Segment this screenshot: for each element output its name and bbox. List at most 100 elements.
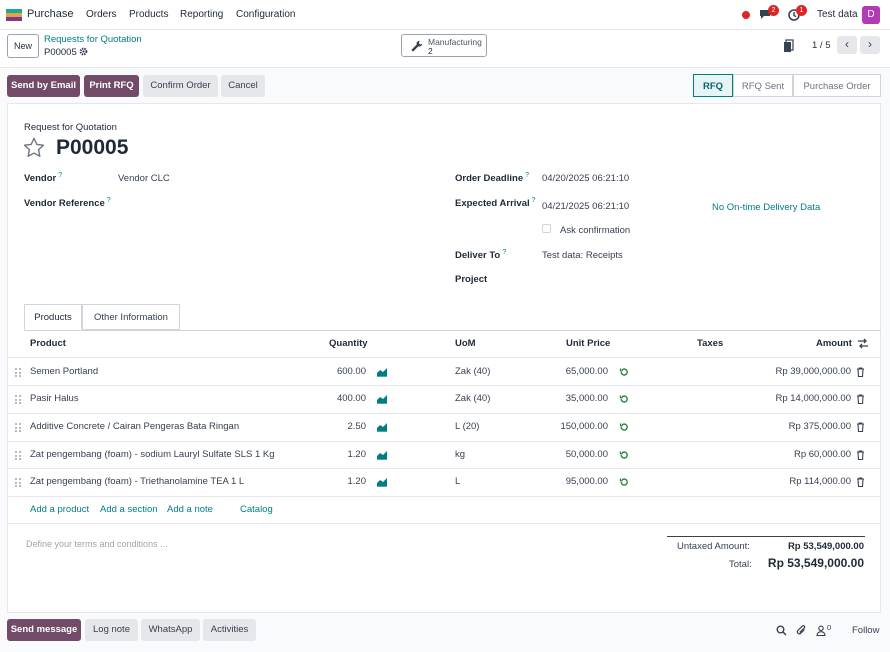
history-icon[interactable] xyxy=(619,394,629,404)
totals-divider xyxy=(667,536,865,537)
line-product[interactable]: Pasir Halus xyxy=(30,393,79,404)
menu-reporting[interactable]: Reporting xyxy=(180,9,223,20)
pager-value[interactable]: 1 / 5 xyxy=(812,40,831,51)
history-icon[interactable] xyxy=(619,422,629,432)
manufacturing-smart-button[interactable]: Manufacturing 2 xyxy=(401,34,487,57)
activities-button[interactable]: Activities xyxy=(203,619,256,641)
history-icon[interactable] xyxy=(619,477,629,487)
paperclip-icon[interactable] xyxy=(796,624,807,636)
on-time-delivery-link[interactable]: No On-time Delivery Data xyxy=(712,202,820,213)
follow-button[interactable]: Follow xyxy=(852,625,879,636)
column-header-unit-price[interactable]: Unit Price xyxy=(566,338,610,349)
followers-icon[interactable] xyxy=(816,625,826,636)
line-uom[interactable]: Zak (40) xyxy=(455,393,490,404)
document-icon[interactable] xyxy=(783,39,794,53)
pager-next-button[interactable]: › xyxy=(860,36,880,54)
control-panel: New Requests for Quotation P00005 Manufa… xyxy=(0,30,890,68)
pager-previous-button[interactable]: ‹ xyxy=(837,36,857,54)
history-icon[interactable] xyxy=(619,450,629,460)
forecast-chart-icon[interactable] xyxy=(376,367,388,377)
row-drag-handle-icon[interactable] xyxy=(15,368,21,377)
user-avatar[interactable]: D xyxy=(862,6,880,24)
purchase-app-icon[interactable] xyxy=(6,9,22,21)
line-quantity[interactable]: 1.20 xyxy=(348,449,367,460)
untaxed-amount-value: Rp 53,549,000.00 xyxy=(787,541,864,552)
trash-icon[interactable] xyxy=(856,450,865,460)
line-unit-price[interactable]: 95,000.00 xyxy=(566,476,608,487)
line-uom[interactable]: L xyxy=(455,476,460,487)
trash-icon[interactable] xyxy=(856,422,865,432)
catalog-link[interactable]: Catalog xyxy=(240,504,273,515)
cancel-button[interactable]: Cancel xyxy=(221,75,265,97)
line-product[interactable]: Zat pengembang (foam) - Triethanolamine … xyxy=(30,476,244,487)
forecast-chart-icon[interactable] xyxy=(376,477,388,487)
forecast-chart-icon[interactable] xyxy=(376,450,388,460)
row-drag-handle-icon[interactable] xyxy=(15,451,21,460)
terms-input[interactable]: Define your terms and conditions ... xyxy=(26,539,168,549)
table-divider xyxy=(7,357,881,358)
column-header-product[interactable]: Product xyxy=(30,338,66,349)
ask-confirmation-checkbox[interactable] xyxy=(542,224,551,233)
send-message-button[interactable]: Send message xyxy=(7,619,81,641)
line-unit-price[interactable]: 150,000.00 xyxy=(560,421,608,432)
row-divider xyxy=(7,496,881,497)
status-dot-icon[interactable] xyxy=(742,11,750,19)
tab-other-information[interactable]: Other Information xyxy=(82,304,180,330)
history-icon[interactable] xyxy=(619,367,629,377)
tab-products[interactable]: Products xyxy=(24,304,82,330)
line-unit-price[interactable]: 65,000.00 xyxy=(566,366,608,377)
row-drag-handle-icon[interactable] xyxy=(15,423,21,432)
trash-icon[interactable] xyxy=(856,477,865,487)
line-uom[interactable]: kg xyxy=(455,449,465,460)
manufacturing-count: 2 xyxy=(428,46,433,56)
gear-icon[interactable] xyxy=(79,47,88,56)
send-by-email-button[interactable]: Send by Email xyxy=(7,75,80,97)
line-unit-price[interactable]: 50,000.00 xyxy=(566,449,608,460)
order-deadline-field[interactable]: 04/20/2025 06:21:10 xyxy=(542,173,629,184)
vendor-field[interactable]: Vendor CLC xyxy=(118,173,170,184)
row-drag-handle-icon[interactable] xyxy=(15,478,21,487)
column-header-taxes[interactable]: Taxes xyxy=(697,338,723,349)
row-drag-handle-icon[interactable] xyxy=(15,395,21,404)
forecast-chart-icon[interactable] xyxy=(376,422,388,432)
add-product-link[interactable]: Add a product xyxy=(30,504,89,515)
print-rfq-button[interactable]: Print RFQ xyxy=(84,75,139,97)
column-header-quantity[interactable]: Quantity xyxy=(329,338,368,349)
deliver-to-field[interactable]: Test data: Receipts xyxy=(542,250,623,261)
menu-configuration[interactable]: Configuration xyxy=(236,9,295,20)
expected-arrival-label: Expected Arrival? xyxy=(455,197,536,210)
line-product[interactable]: Zat pengembang (foam) - sodium Lauryl Su… xyxy=(30,449,275,460)
log-note-button[interactable]: Log note xyxy=(85,619,138,641)
trash-icon[interactable] xyxy=(856,367,865,377)
line-quantity[interactable]: 1.20 xyxy=(348,476,367,487)
line-quantity[interactable]: 600.00 xyxy=(337,366,366,377)
line-product[interactable]: Additive Concrete / Cairan Pengeras Bata… xyxy=(30,421,239,432)
column-header-uom[interactable]: UoM xyxy=(455,338,476,349)
app-name[interactable]: Purchase xyxy=(27,8,73,20)
add-section-link[interactable]: Add a section xyxy=(100,504,158,515)
breadcrumb-rfq[interactable]: Requests for Quotation xyxy=(44,34,142,45)
trash-icon[interactable] xyxy=(856,394,865,404)
company-switcher[interactable]: Test data xyxy=(817,9,858,20)
line-quantity[interactable]: 2.50 xyxy=(348,421,367,432)
column-header-amount[interactable]: Amount xyxy=(816,338,852,349)
stage-rfq[interactable]: RFQ xyxy=(693,74,733,97)
whatsapp-button[interactable]: WhatsApp xyxy=(141,619,200,641)
line-uom[interactable]: Zak (40) xyxy=(455,366,490,377)
stage-purchase-order[interactable]: Purchase Order xyxy=(793,74,881,97)
stage-rfq-sent[interactable]: RFQ Sent xyxy=(733,74,793,97)
menu-orders[interactable]: Orders xyxy=(86,9,117,20)
confirm-order-button[interactable]: Confirm Order xyxy=(143,75,218,97)
forecast-chart-icon[interactable] xyxy=(376,394,388,404)
line-unit-price[interactable]: 35,000.00 xyxy=(566,393,608,404)
search-icon[interactable] xyxy=(776,625,787,636)
line-uom[interactable]: L (20) xyxy=(455,421,479,432)
optional-columns-icon[interactable] xyxy=(857,338,869,349)
add-note-link[interactable]: Add a note xyxy=(167,504,213,515)
line-product[interactable]: Semen Portland xyxy=(30,366,98,377)
line-quantity[interactable]: 400.00 xyxy=(337,393,366,404)
star-icon[interactable] xyxy=(23,137,45,158)
menu-products[interactable]: Products xyxy=(129,9,168,20)
new-button[interactable]: New xyxy=(7,34,39,58)
expected-arrival-field[interactable]: 04/21/2025 06:21:10 xyxy=(542,201,629,212)
